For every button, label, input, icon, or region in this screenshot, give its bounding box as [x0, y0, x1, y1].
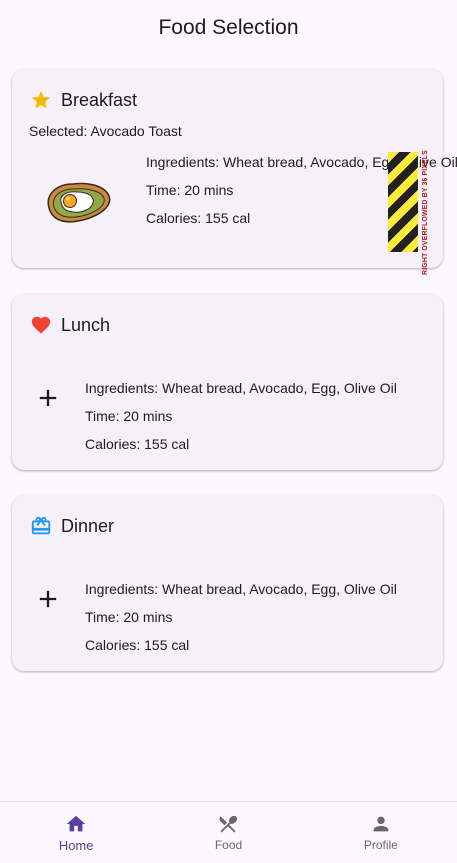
bottom-navigation-bar: Home Food Profile — [0, 801, 457, 863]
cake-icon — [29, 514, 53, 538]
card-header: Dinner — [29, 514, 114, 538]
meal-details: Ingredients: Wheat bread, Avocado, Egg, … — [85, 374, 397, 458]
ingredients-text: Ingredients: Wheat bread, Avocado, Egg, … — [85, 380, 397, 396]
add-icon[interactable] — [32, 382, 64, 414]
app-bar: Food Selection — [0, 0, 457, 56]
nav-item-home[interactable]: Home — [0, 802, 152, 863]
ingredients-text: Ingredients: Wheat bread, Avocado, Egg, … — [85, 581, 397, 597]
add-icon[interactable] — [32, 583, 64, 615]
page-title: Food Selection — [158, 16, 299, 39]
selected-food-label: Selected: Avocado Toast — [29, 123, 182, 139]
time-text: Time: 20 mins — [85, 408, 173, 424]
card-title: Breakfast — [61, 89, 138, 110]
nav-item-food[interactable]: Food — [152, 802, 304, 863]
calories-text: Calories: 155 cal — [85, 637, 190, 653]
time-text: Time: 20 mins — [85, 609, 173, 625]
star-icon — [29, 88, 53, 112]
card-header: Lunch — [29, 313, 110, 337]
heart-icon — [29, 313, 53, 337]
nav-item-profile[interactable]: Profile — [305, 802, 457, 863]
overflow-warning-stripe: RIGHT OVERFLOWED BY 36 PIXELS — [388, 150, 429, 274]
meal-card-dinner[interactable]: Dinner Ingredients: Wheat bread, Avocado… — [12, 495, 443, 671]
avocado-toast-egg-image — [43, 172, 113, 232]
home-icon — [64, 812, 88, 836]
meal-card-breakfast[interactable]: Breakfast Selected: Avocado Toast Ingred… — [12, 69, 457, 274]
calories-text: Calories: 155 cal — [85, 436, 190, 452]
person-icon — [369, 812, 393, 836]
card-header: Breakfast — [29, 88, 137, 112]
card-title: Dinner — [61, 515, 115, 536]
meal-details: Ingredients: Wheat bread, Avocado, Egg, … — [85, 575, 397, 659]
nav-label: Food — [214, 838, 243, 852]
nav-label: Home — [58, 838, 94, 853]
restaurant-icon — [216, 812, 240, 836]
meal-card-lunch[interactable]: Lunch Ingredients: Wheat bread, Avocado,… — [12, 294, 443, 470]
overflow-warning: RIGHT OVERFLOWED BY 36 PIXELS — [421, 149, 429, 275]
nav-label: Profile — [363, 838, 398, 852]
card-title: Lunch — [61, 314, 111, 335]
